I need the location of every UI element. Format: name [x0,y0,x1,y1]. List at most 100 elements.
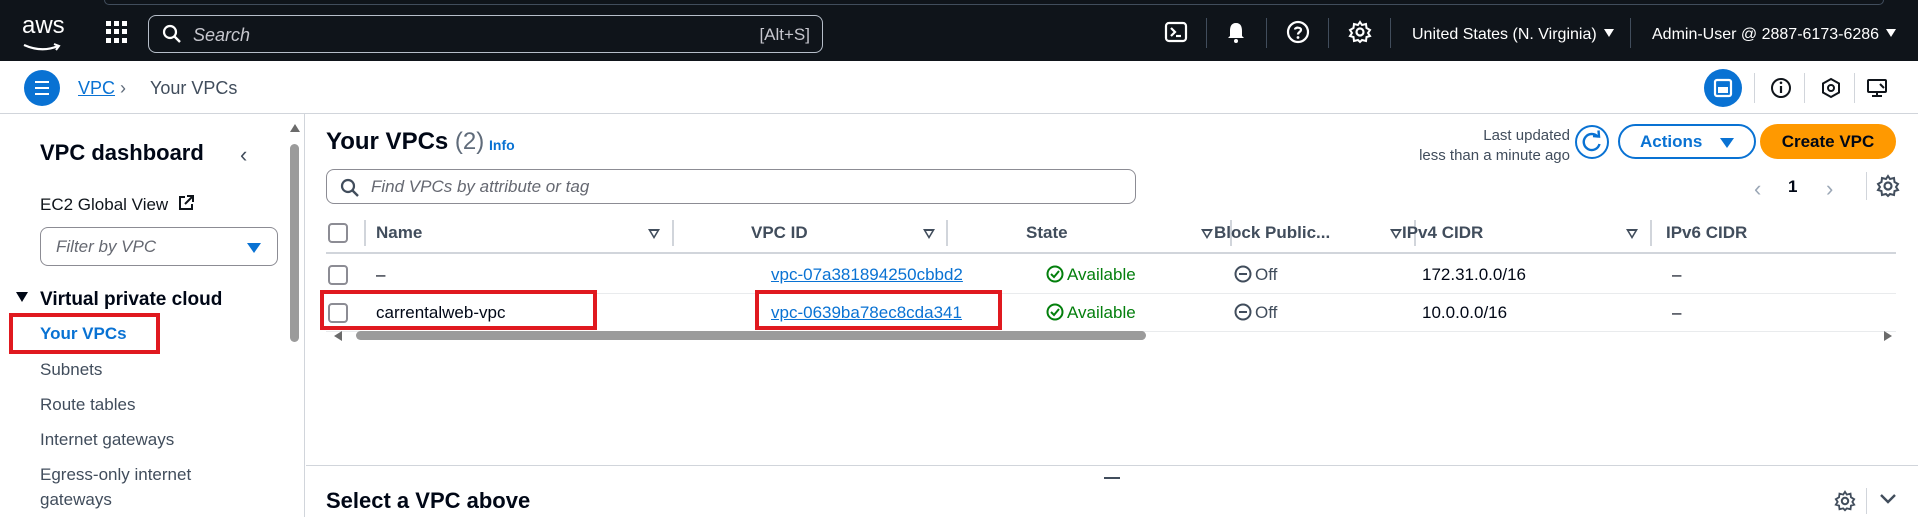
next-page-icon[interactable]: › [1826,176,1833,202]
column-header-ipv4-cidr[interactable]: IPv4 CIDR [1402,223,1483,243]
previous-page-icon[interactable]: ‹ [1754,176,1761,202]
sort-icon[interactable] [648,229,660,239]
page-title: Your VPCs (2) [326,128,484,156]
sidebar-item-egress-only-gateways[interactable]: Egress-only internet [40,465,191,485]
section-label: Virtual private cloud [40,289,223,310]
sidebar-item-egress-only-gateways-line2[interactable]: gateways [40,490,112,510]
off-status-icon [1234,265,1252,283]
chevron-right-icon: › [120,78,126,98]
caret-down-icon [1603,29,1614,37]
cell-state: Available [1046,303,1136,323]
services-grid-icon[interactable] [106,21,128,43]
split-panel-divider [1866,488,1867,514]
aws-logo[interactable]: aws [22,12,70,51]
filter-placeholder: Filter by VPC [56,237,157,256]
find-placeholder: Find VPCs by attribute or tag [371,177,590,196]
split-panel-settings-gear-icon[interactable] [1834,490,1856,512]
cell-block-public: Off [1234,303,1277,323]
sort-icon[interactable] [923,229,935,239]
table-preferences-gear-icon[interactable] [1876,174,1900,198]
state-text: Available [1067,303,1136,322]
sidebar-item-subnets[interactable]: Subnets [40,360,102,380]
nav-divider [1390,18,1391,48]
cloudshell-icon[interactable] [1164,20,1188,44]
side-navigation: VPC dashboard ‹ EC2 Global View Filter b… [0,114,305,517]
cell-vpc-id-link[interactable]: vpc-07a381894250cbbd2 [771,265,963,285]
scrollbar-thumb[interactable] [356,331,1146,340]
table-horizontal-scrollbar[interactable] [326,329,1896,343]
global-search-input[interactable]: Search [Alt+S] [148,15,823,53]
side-nav-toggle-button[interactable] [24,70,60,106]
refresh-button[interactable] [1575,125,1609,159]
scroll-up-arrow-icon[interactable] [290,124,300,132]
sort-icon[interactable] [1626,229,1638,239]
account-label: Admin-User @ 2887-6173-6286 [1652,26,1880,43]
sidebar-title[interactable]: VPC dashboard [40,140,204,166]
feedback-panel-button[interactable] [1858,69,1896,107]
nav-divider [1266,18,1267,48]
table-header: Name VPC ID State Block Public... IPv4 C… [326,214,1896,254]
scrollbar-thumb[interactable] [290,144,299,342]
cell-name: – [376,265,386,284]
page-number[interactable]: 1 [1788,177,1797,197]
column-header-ipv6-cidr[interactable]: IPv6 CIDR [1666,223,1747,243]
filter-by-vpc-select[interactable]: Filter by VPC [40,227,278,266]
pager-divider [1866,172,1867,200]
cell-ipv4-cidr: 172.31.0.0/16 [1422,265,1526,284]
help-icon[interactable] [1286,20,1310,44]
toolbar-divider [1754,73,1755,103]
region-selector[interactable]: United States (N. Virginia) [1412,26,1614,44]
aws-smile-icon [23,43,61,51]
nav-divider [1328,18,1329,48]
column-header-state[interactable]: State [1026,223,1068,243]
scroll-right-arrow-icon[interactable] [1884,331,1892,341]
column-divider [672,220,674,246]
block-text: Off [1255,303,1278,322]
hexagon-icon [1822,77,1840,99]
sidebar-scrollbar[interactable] [288,114,302,517]
vpc-count: (2) [454,128,485,155]
info-icon [1771,78,1791,98]
refresh-icon [1582,130,1601,152]
settings-gear-icon[interactable] [1348,20,1372,44]
section-virtual-private-cloud[interactable]: Virtual private cloud [16,289,222,311]
column-header-block-public[interactable]: Block Public... [1214,223,1330,243]
notifications-bell-icon[interactable] [1224,20,1248,44]
monitor-feedback-icon [1867,79,1887,97]
sort-icon[interactable] [1201,229,1213,239]
split-panel-toggle-button[interactable] [1704,69,1742,107]
info-panel-button[interactable] [1762,69,1800,107]
caret-down-icon [1886,29,1897,37]
highlight-box [320,290,597,330]
chevron-down-icon[interactable] [1876,486,1900,510]
info-link[interactable]: Info [489,137,515,153]
column-divider [1650,220,1652,246]
find-vpcs-input[interactable]: Find VPCs by attribute or tag [326,169,1136,204]
search-shortcut: [Alt+S] [759,25,810,44]
collapse-sidebar-icon[interactable]: ‹ [240,142,247,168]
sidebar-item-route-tables[interactable]: Route tables [40,395,135,415]
create-vpc-button[interactable]: Create VPC [1760,124,1896,159]
search-icon [162,24,181,43]
select-all-checkbox[interactable] [328,223,348,243]
state-text: Available [1067,265,1136,284]
scroll-left-arrow-icon[interactable] [334,331,342,341]
aws-logo-text: aws [22,12,65,39]
table-row[interactable]: – vpc-07a381894250cbbd2 Available Off 17… [326,256,1896,294]
sort-icon[interactable] [1390,229,1402,239]
account-menu[interactable]: Admin-User @ 2887-6173-6286 [1652,26,1897,44]
column-header-vpc-id[interactable]: VPC ID [751,223,808,243]
breadcrumb-vpc-link[interactable]: VPC [78,78,115,99]
ec2-global-view-link[interactable]: EC2 Global View [40,194,195,215]
column-header-name[interactable]: Name [376,223,422,243]
search-placeholder: Search [193,25,251,45]
split-panel-drag-handle[interactable] [1104,477,1120,479]
sidebar-item-internet-gateways[interactable]: Internet gateways [40,430,174,450]
last-updated-label: Last updated [1483,127,1570,144]
browser-strip [104,0,1884,5]
row-checkbox[interactable] [328,265,348,285]
actions-dropdown-button[interactable]: Actions [1618,124,1756,159]
top-navigation: aws Search [Alt+S] United States (N. Vir… [0,0,1918,61]
security-panel-button[interactable] [1812,69,1850,107]
highlight-box [755,290,1002,330]
